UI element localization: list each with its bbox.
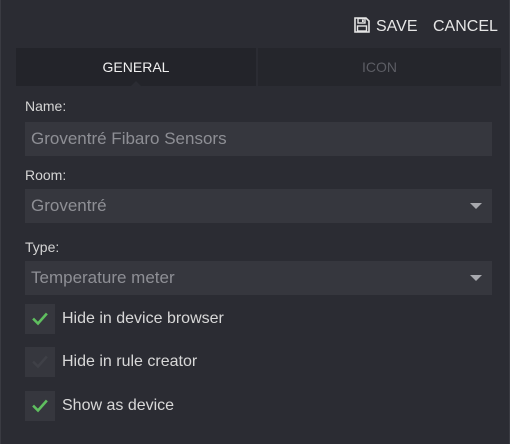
show-as-device-option[interactable]: Show as device: [25, 391, 174, 421]
name-label: Name:: [25, 98, 67, 114]
show-as-device-checkbox[interactable]: [25, 391, 55, 421]
toolbar: SAVE CANCEL: [1, 0, 510, 48]
hide-in-rule-creator-checkbox[interactable]: [25, 347, 55, 377]
checkmark-icon: [32, 399, 48, 413]
room-label: Room:: [25, 167, 67, 183]
device-edit-panel: SAVE CANCEL GENERAL ICON Name: Room: Gro…: [0, 0, 510, 444]
room-select[interactable]: Groventré: [25, 189, 492, 223]
name-field[interactable]: [25, 122, 492, 156]
checkmark-icon: [32, 312, 48, 326]
floppy-disk-icon: [353, 16, 376, 39]
hide-in-rule-creator-option[interactable]: Hide in rule creator: [25, 347, 197, 377]
hide-in-rule-creator-label: Hide in rule creator: [62, 353, 198, 370]
tab-bar: GENERAL ICON: [16, 48, 501, 87]
show-as-device-label: Show as device: [62, 397, 175, 414]
hide-in-device-browser-label: Hide in device browser: [62, 310, 224, 327]
tab-general-label: GENERAL: [102, 59, 170, 75]
type-select[interactable]: Temperature meter: [25, 261, 492, 295]
tab-icon[interactable]: ICON: [258, 48, 501, 86]
cancel-button[interactable]: CANCEL: [433, 16, 498, 38]
save-button[interactable]: SAVE: [353, 16, 418, 38]
hide-in-device-browser-option[interactable]: Hide in device browser: [25, 304, 224, 334]
tab-icon-label: ICON: [362, 59, 397, 75]
type-select-value: Temperature meter: [31, 268, 175, 287]
hide-in-device-browser-checkbox[interactable]: [25, 304, 55, 334]
caret-down-icon: [470, 203, 482, 209]
caret-down-icon: [470, 275, 482, 281]
checkmark-icon: [32, 355, 48, 369]
room-select-value: Groventré: [31, 196, 107, 215]
cancel-label: CANCEL: [433, 18, 498, 35]
tab-general[interactable]: GENERAL: [16, 48, 256, 87]
save-label: SAVE: [376, 18, 418, 35]
type-label: Type:: [25, 239, 60, 255]
